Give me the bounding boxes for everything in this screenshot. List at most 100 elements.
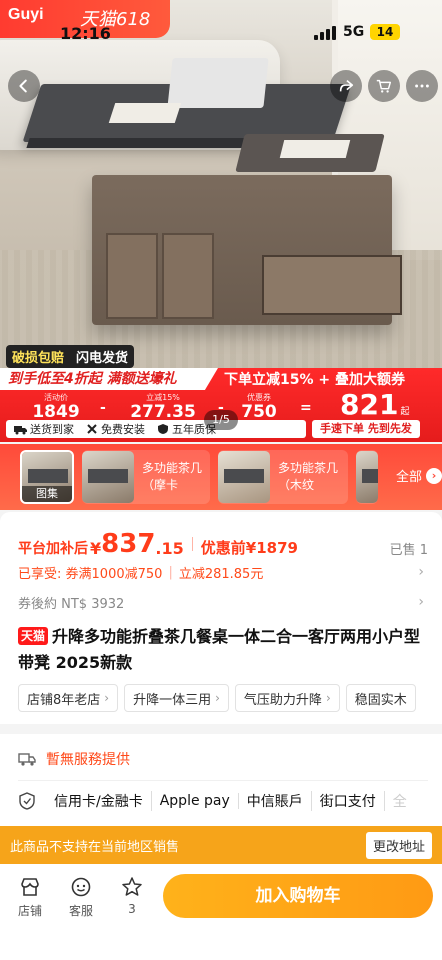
promo-slogan: 手速下单 先到先发 bbox=[312, 420, 420, 438]
hero-tags: 破损包赔 闪电发货 bbox=[6, 345, 135, 368]
calc-coupon: 优惠券 750 bbox=[241, 393, 277, 422]
feature-chip[interactable]: 气压助力升降 › bbox=[234, 684, 340, 712]
cabinet-door bbox=[106, 233, 158, 319]
chevron-right-icon: › bbox=[325, 691, 331, 705]
cabinet-door bbox=[162, 233, 214, 319]
payment-method: 信用卡/金融卡 bbox=[46, 791, 152, 811]
calc-minus: - bbox=[100, 400, 106, 416]
promo-headline: 到手低至4折起 满额送壕礼 下单立减15% + 叠加大额券 bbox=[0, 368, 442, 390]
promo-headline-right: 下单立减15% + 叠加大额券 bbox=[224, 372, 405, 388]
view-all-label: 全部 bbox=[396, 470, 423, 485]
nt-price-line[interactable]: 券後約 NT$ 3932 › bbox=[18, 592, 424, 612]
battery-icon: 14 bbox=[370, 24, 400, 40]
clock: 12:16 bbox=[60, 24, 111, 43]
chevron-left-icon bbox=[19, 79, 27, 93]
favorite-button[interactable]: 3 bbox=[110, 876, 154, 916]
hero-book bbox=[279, 140, 351, 158]
payment-method: Apple pay bbox=[152, 793, 239, 809]
hero-tag-secondary: 闪电发货 bbox=[70, 345, 135, 368]
service-row[interactable]: 暫無服務提供 bbox=[18, 748, 428, 770]
currency-symbol: ¥ bbox=[90, 539, 102, 558]
shield-check-icon bbox=[18, 792, 36, 810]
chevron-right-icon: › bbox=[418, 564, 424, 580]
thumbnail-image bbox=[218, 451, 270, 503]
divider bbox=[18, 780, 428, 781]
thumbnail-variant[interactable]: 多功能茶几（木纹 bbox=[218, 450, 348, 504]
store-icon bbox=[21, 878, 39, 896]
coupon-separator: | bbox=[168, 564, 173, 580]
store-label: 店铺 bbox=[17, 904, 42, 918]
price-divider bbox=[191, 537, 193, 551]
share-icon bbox=[339, 79, 354, 92]
price-integer: 837 bbox=[101, 529, 156, 559]
payment-row[interactable]: 信用卡/金融卡 Apple pay 中信賬戶 街口支付 全 bbox=[18, 790, 428, 812]
truck-icon bbox=[18, 750, 36, 768]
bottom-action-bar: 店铺 客服 3 加入购物车 bbox=[0, 864, 442, 960]
hero-book bbox=[108, 103, 182, 123]
back-button[interactable] bbox=[8, 70, 40, 102]
status-bar: Guyi 天猫618 12:16 5G 14 bbox=[0, 0, 442, 60]
payment-method: 中信賬戶 bbox=[239, 791, 312, 811]
truck-icon bbox=[14, 425, 27, 434]
chevron-right-icon: › bbox=[418, 594, 424, 610]
thumbnail-variant[interactable] bbox=[356, 450, 378, 504]
original-price: 优惠前¥1879 bbox=[200, 539, 298, 557]
thumbnail-caption: 多功能茶几（木纹 bbox=[278, 461, 339, 492]
coupon-instant: 立减281.85元 bbox=[178, 566, 264, 582]
add-to-cart-button[interactable]: 加入购物车 bbox=[163, 874, 433, 918]
star-icon bbox=[122, 877, 142, 896]
thumbnail-image bbox=[82, 451, 134, 503]
chat-icon bbox=[71, 877, 91, 897]
region-notice: 此商品不支持在当前地区销售 更改地址 bbox=[0, 826, 442, 864]
shield-icon bbox=[158, 424, 168, 434]
nt-price: 券後約 NT$ 3932 bbox=[18, 596, 125, 612]
chevron-right-icon: › bbox=[104, 691, 110, 705]
feature-chip[interactable]: 稳固实木 bbox=[345, 684, 416, 712]
customer-service-button[interactable]: 客服 bbox=[59, 876, 103, 919]
view-all-button[interactable]: 全部 › bbox=[396, 466, 442, 485]
service-card: 暫無服務提供 信用卡/金融卡 Apple pay 中信賬戶 街口支付 全 bbox=[0, 734, 442, 826]
more-button[interactable] bbox=[406, 70, 438, 102]
hero-cabinet bbox=[92, 175, 402, 325]
thumbnail-variant[interactable]: 多功能茶几（摩卡 bbox=[82, 450, 210, 504]
perk-install: 免费安装 bbox=[86, 421, 145, 437]
hero-laptop bbox=[167, 58, 269, 108]
image-page-indicator: 1/5 bbox=[204, 410, 238, 430]
brand-name: Guyi bbox=[8, 6, 44, 23]
perk-delivery: 送货到家 bbox=[14, 421, 74, 437]
sold-count: 已售 1 bbox=[389, 543, 428, 558]
calc-final: 821 起 bbox=[340, 388, 410, 421]
thumbnail-strip: 图集 多功能茶几（摩卡 多功能茶几（木纹 bbox=[0, 444, 442, 510]
region-notice-text: 此商品不支持在当前地区销售 bbox=[10, 839, 180, 855]
signal-icon bbox=[314, 26, 336, 40]
calc-discount: 立减15% 277.35 bbox=[130, 393, 196, 422]
payment-method: 全 bbox=[392, 794, 407, 810]
promo-banner[interactable]: 到手低至4折起 满额送壕礼 下单立减15% + 叠加大额券 活动价 1849 -… bbox=[0, 368, 442, 442]
promo-headline-left: 到手低至4折起 满额送壕礼 bbox=[0, 368, 218, 390]
gallery-badge: 图集 bbox=[22, 486, 72, 502]
more-dots-icon bbox=[415, 84, 429, 88]
thumbnail-caption: 多功能茶几（摩卡 bbox=[142, 461, 203, 492]
network-label: 5G bbox=[343, 24, 365, 40]
change-address-button[interactable]: 更改地址 bbox=[365, 831, 432, 859]
calc-activity: 活动价 1849 bbox=[32, 393, 80, 422]
coupon-line[interactable]: 已享受: 券满1000减750 | 立减281.85元 › bbox=[18, 562, 424, 582]
calc-equals: = bbox=[300, 400, 312, 416]
product-title-text: 升降多功能折叠茶几餐桌一体二合一客厅两用小户型带凳 2025新款 bbox=[18, 627, 421, 672]
price-decimal: .15 bbox=[155, 539, 184, 558]
feature-chip[interactable]: 升降一体三用 › bbox=[124, 684, 229, 712]
tools-icon bbox=[87, 424, 97, 434]
feature-chip[interactable]: 店铺8年老店 › bbox=[18, 684, 119, 712]
product-title: 天猫 升降多功能折叠茶几餐桌一体二合一客厅两用小户型带凳 2025新款 bbox=[18, 624, 428, 676]
cart-button[interactable] bbox=[368, 70, 400, 102]
service-unavailable: 暫無服務提供 bbox=[46, 752, 130, 768]
price-prefix: 平台加补后 bbox=[18, 541, 88, 557]
thumbnail-gallery[interactable]: 图集 bbox=[20, 450, 74, 504]
store-button[interactable]: 店铺 bbox=[8, 876, 52, 919]
favorite-count: 3 bbox=[128, 902, 136, 916]
thumbnail-image bbox=[356, 451, 378, 503]
price-row: 平台加补后 ¥ 837 .15 优惠前¥1879 已售 1 bbox=[18, 530, 428, 558]
payment-method: 街口支付 bbox=[312, 791, 385, 811]
share-button[interactable] bbox=[330, 70, 362, 102]
cart-icon bbox=[376, 79, 392, 93]
